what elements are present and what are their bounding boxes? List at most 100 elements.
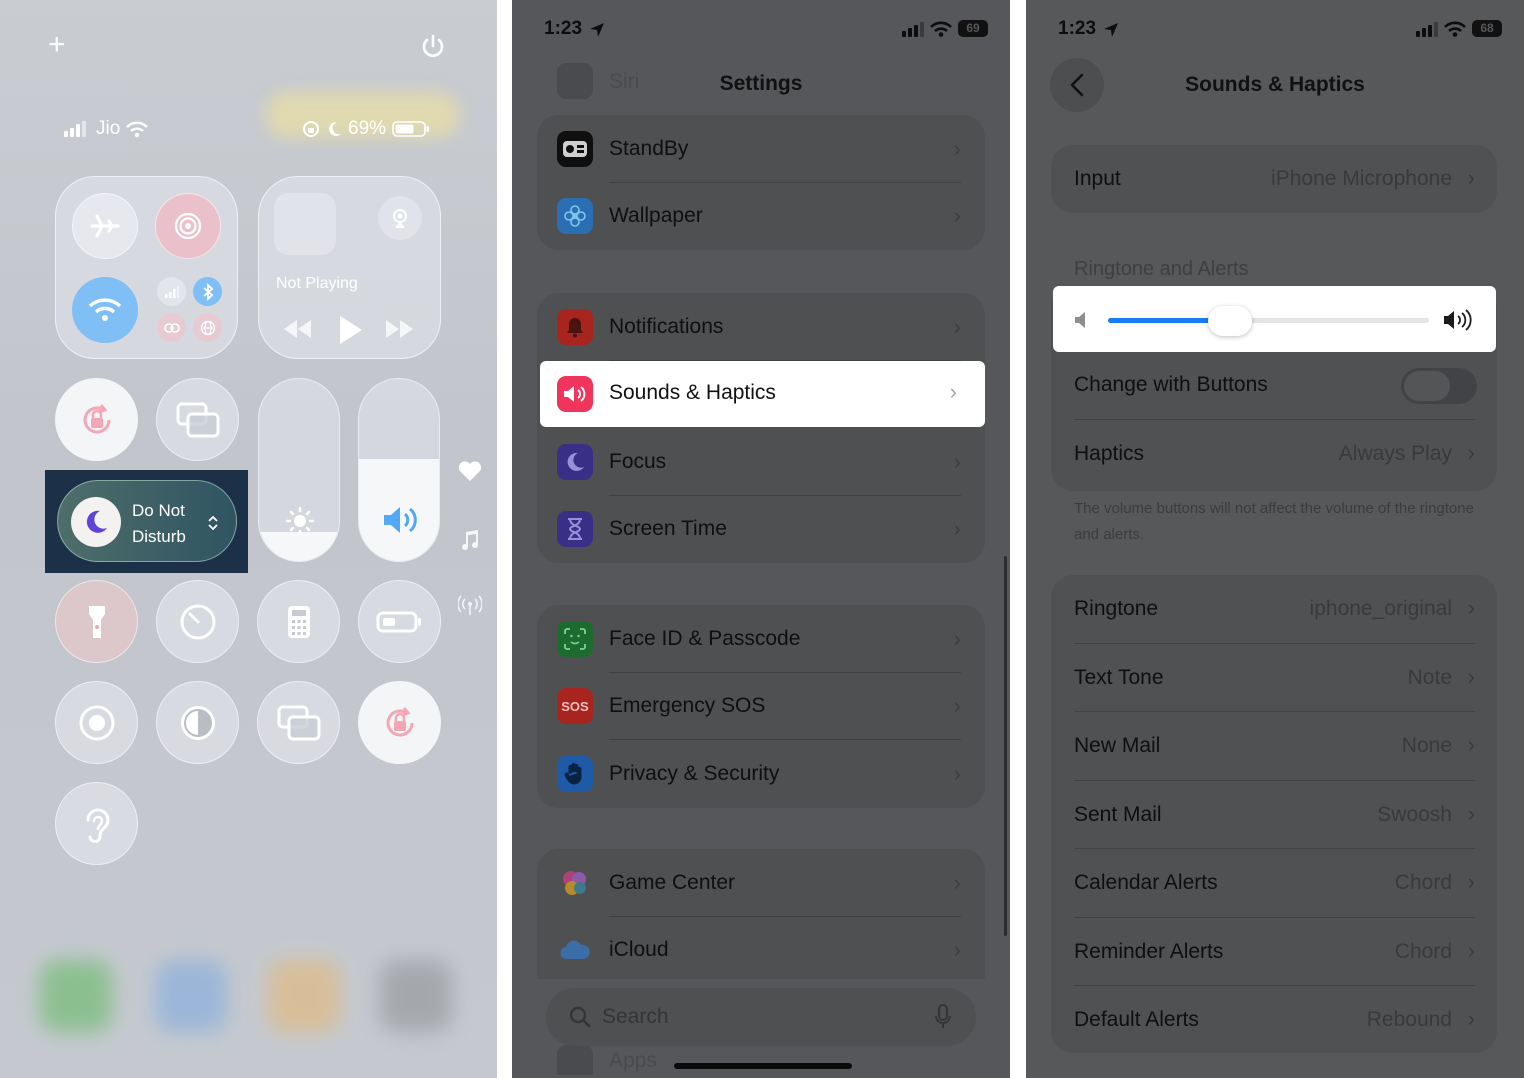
dock-app-photos xyxy=(268,960,340,1032)
tone-row-calendar-alerts[interactable]: Calendar Alerts Chord › xyxy=(1051,849,1497,918)
add-icon[interactable]: + xyxy=(48,30,66,60)
settings-row-emergency-sos[interactable]: SOS Emergency SOS › xyxy=(537,673,985,740)
chevron-right-icon: › xyxy=(1467,800,1475,826)
settings-row-label: Privacy & Security xyxy=(609,761,780,785)
tone-row-new-mail[interactable]: New Mail None › xyxy=(1051,712,1497,781)
airdrop-button[interactable] xyxy=(155,193,221,259)
orientation-lock-button-2[interactable] xyxy=(358,681,441,764)
speaker-icon xyxy=(557,376,593,412)
cellular-icon xyxy=(164,285,179,298)
screen-mirroring-icon xyxy=(176,402,219,437)
chevron-right-icon: › xyxy=(953,760,961,786)
settings-row-wallpaper[interactable]: Wallpaper › xyxy=(537,183,985,251)
settings-row-faceid[interactable]: Face ID & Passcode › xyxy=(537,605,985,673)
settings-row-notifications[interactable]: Notifications › xyxy=(537,293,985,361)
chevron-right-icon: › xyxy=(953,693,961,719)
change-with-buttons-toggle[interactable] xyxy=(1401,368,1477,404)
tone-row-default-alerts[interactable]: Default Alerts Rebound › xyxy=(1051,986,1497,1053)
chevron-right-icon: › xyxy=(1467,937,1475,963)
orientation-lock-button[interactable] xyxy=(55,378,138,461)
dnd-moon-button[interactable] xyxy=(71,497,121,547)
tone-value: None xyxy=(1401,734,1452,757)
tone-row-text-tone[interactable]: Text Tone Note › xyxy=(1051,644,1497,712)
battery-icon xyxy=(392,121,430,137)
vpn-button[interactable] xyxy=(193,313,222,342)
settings-row-icloud[interactable]: iCloud › xyxy=(537,917,985,980)
flashlight-button[interactable] xyxy=(55,580,138,663)
rotation-lock-icon xyxy=(83,403,110,433)
hearing-button[interactable] xyxy=(55,782,138,865)
microphone-icon[interactable] xyxy=(934,1004,952,1030)
tone-label: Ringtone xyxy=(1074,597,1159,620)
settings-row-focus[interactable]: Focus › xyxy=(537,428,985,496)
play-button[interactable] xyxy=(336,314,364,351)
tone-label: Text Tone xyxy=(1074,665,1164,689)
link-icon xyxy=(163,322,180,333)
settings-group-services: Game Center › iCloud › xyxy=(537,849,985,979)
input-group: Input iPhone Microphone › xyxy=(1051,145,1497,213)
search-bar[interactable]: Search xyxy=(546,988,976,1046)
chevron-right-icon: › xyxy=(1467,869,1475,894)
cellular-button[interactable] xyxy=(157,277,186,306)
calculator-button[interactable] xyxy=(257,580,340,663)
tone-row-sent-mail[interactable]: Sent Mail Swoosh › xyxy=(1051,781,1497,849)
focus-dnd-tile[interactable]: Do Not Disturb xyxy=(45,470,248,573)
settings-row-screen-time[interactable]: Screen Time › xyxy=(537,496,985,564)
screen-recording-button[interactable] xyxy=(55,681,138,764)
svg-text:SOS: SOS xyxy=(561,699,589,714)
ringtone-volume-knob[interactable] xyxy=(1208,306,1252,336)
low-power-button[interactable] xyxy=(358,580,441,663)
battery-icon: 68 xyxy=(1472,20,1502,37)
tone-row-ringtone[interactable]: Ringtone iphone_original › xyxy=(1051,575,1497,644)
settings-panel: 1:23 69 Siri Settings StandBy › Wallpape… xyxy=(512,0,1010,1078)
calculator-icon xyxy=(287,605,310,638)
ringtone-volume-track[interactable] xyxy=(1108,318,1429,323)
sos-icon: SOS xyxy=(557,688,593,725)
settings-row-game-center[interactable]: Game Center › xyxy=(537,849,985,917)
home-indicator[interactable] xyxy=(674,1063,852,1069)
cc-status-right: 69% xyxy=(302,118,430,140)
now-playing-label: Not Playing xyxy=(276,275,358,292)
chevron-right-icon: › xyxy=(1467,732,1475,757)
record-icon xyxy=(79,705,114,740)
input-row[interactable]: Input iPhone Microphone › xyxy=(1051,145,1497,213)
status-bar: 1:23 68 xyxy=(1026,18,1524,44)
apps-label-faded: Apps xyxy=(609,1049,657,1072)
status-time: 1:23 xyxy=(544,18,583,39)
settings-row-standby[interactable]: StandBy › xyxy=(537,115,985,183)
dnd-label: Do Not Disturb xyxy=(132,498,186,550)
tone-label: New Mail xyxy=(1074,734,1161,757)
battery-icon xyxy=(376,611,421,632)
chevron-right-icon: › xyxy=(953,135,961,161)
airplane-mode-button[interactable] xyxy=(72,193,138,259)
screen-mirroring-button[interactable] xyxy=(156,378,239,461)
rewind-icon xyxy=(284,320,311,338)
scroll-indicator[interactable] xyxy=(1004,556,1007,936)
forward-button[interactable] xyxy=(384,318,416,345)
bluetooth-button[interactable] xyxy=(193,277,222,306)
wifi-button[interactable] xyxy=(72,277,138,343)
hotspot-button[interactable] xyxy=(157,313,186,342)
chevron-right-icon: › xyxy=(953,625,961,651)
tone-row-reminder-alerts[interactable]: Reminder Alerts Chord › xyxy=(1051,918,1497,986)
carrier-label: Jio xyxy=(96,118,121,139)
airplay-button[interactable] xyxy=(378,196,422,240)
sun-icon xyxy=(285,506,315,536)
timer-button[interactable] xyxy=(156,580,239,663)
settings-row-sounds-haptics[interactable]: Sounds & Haptics › xyxy=(540,361,985,427)
bluetooth-icon xyxy=(202,282,213,301)
wifi-icon xyxy=(88,298,122,321)
orientation-lock-icon xyxy=(303,121,319,137)
power-icon[interactable] xyxy=(418,31,448,61)
chevron-right-icon: › xyxy=(1467,663,1475,689)
volume-slider[interactable] xyxy=(358,378,440,562)
screenshot-collage: + Jio 69% Not Playing Do Not Disturb 1:2… xyxy=(0,0,1524,1078)
standby-icon xyxy=(557,130,593,167)
screen-mirroring-button-2[interactable] xyxy=(257,681,340,764)
haptics-row[interactable]: Haptics Always Play › xyxy=(1051,420,1497,488)
dark-mode-button[interactable] xyxy=(156,681,239,764)
brightness-slider[interactable] xyxy=(258,378,340,562)
rewind-button[interactable] xyxy=(282,318,314,345)
chevron-right-icon: › xyxy=(1467,165,1475,190)
settings-row-privacy[interactable]: Privacy & Security › xyxy=(537,740,985,808)
